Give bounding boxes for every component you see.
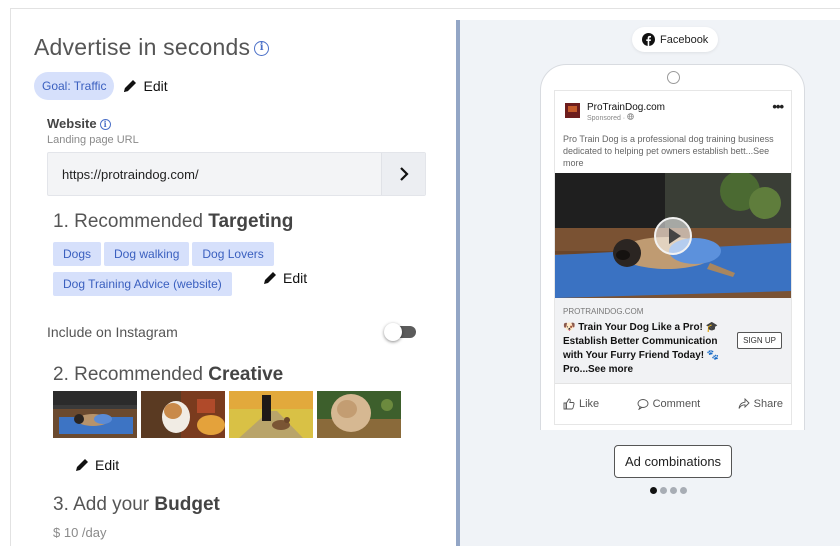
chevron-right-icon [399,167,409,181]
creative-thumbnail-dog-walk[interactable] [229,391,313,438]
page-avatar [565,103,580,118]
page-title-text: Advertise in seconds [34,34,251,60]
facebook-icon [642,33,655,46]
link-headline: 🐶 Train Your Dog Like a Pro! 🎓 Establish… [563,322,720,375]
platform-label: Facebook [660,33,709,46]
targeting-tag[interactable]: Dog Lovers [192,242,274,266]
comment-icon [637,398,649,410]
play-icon [669,228,681,244]
pencil-icon [76,459,88,471]
carousel-dot[interactable] [660,487,667,494]
ad-preview-panel: Facebook ProTrainDog.com Sponsored · •••… [460,20,840,546]
ad-setup-panel: Advertise in seconds i Goal: Traffic Edit… [22,20,456,546]
website-label: Website i [47,116,111,131]
pencil-icon [264,272,276,284]
link-domain: PROTRAINDOG.COM [563,307,644,316]
share-icon [738,397,750,409]
website-sublabel: Landing page URL [47,134,139,146]
goal-edit-label: Edit [143,78,168,94]
instagram-label: Include on Instagram [47,324,178,340]
page-name: ProTrainDog.com [587,102,665,113]
comment-label: Comment [652,397,701,410]
targeting-heading-prefix: 1. Recommended [53,211,209,232]
budget-heading-prefix: 3. Add your [53,494,155,515]
facebook-post-card: ProTrainDog.com Sponsored · ••• Pro Trai… [554,90,792,425]
targeting-edit-label: Edit [283,270,308,286]
url-field [47,152,426,196]
carousel-dot[interactable] [670,487,677,494]
goal-row: Goal: Traffic Edit [34,72,168,100]
link-preview[interactable]: PROTRAINDOG.COM 🐶 Train Your Dog Like a … [555,298,791,383]
goal-edit-button[interactable]: Edit [122,78,168,94]
toggle-knob [384,323,402,341]
landing-page-url-input[interactable] [48,153,382,195]
like-label: Like [579,397,600,410]
platform-selector[interactable]: Facebook [632,27,719,52]
creative-edit-button[interactable]: Edit [74,457,119,473]
targeting-edit-button[interactable]: Edit [262,270,307,286]
page-title: Advertise in seconds i [34,34,270,61]
creative-thumbnail-fluffy-dog[interactable] [317,391,401,438]
targeting-tag[interactable]: Dog walking [104,242,190,266]
website-info-icon[interactable]: i [99,119,111,131]
targeting-tags: Dogs Dog walking Dog Lovers Dog Training Ad… [53,242,353,302]
carousel-indicator [650,487,687,494]
sponsored-label: Sponsored · [587,113,634,122]
phone-speaker [667,71,680,84]
creative-edit-label: Edit [95,457,120,473]
website-label-text: Website [47,116,97,131]
budget-heading-emphasis: Budget [154,494,220,515]
carousel-dot[interactable] [680,487,687,494]
share-label: Share [753,397,783,410]
post-actions: Like Comment Share [555,383,791,423]
carousel-dot[interactable] [650,487,657,494]
creative-heading: 2. Recommended Creative [53,364,283,386]
goal-chip[interactable]: Goal: Traffic [34,72,115,100]
budget-heading: 3. Add your Budget [53,494,220,516]
instagram-toggle[interactable] [384,323,416,341]
ellipsis-icon[interactable]: ••• [772,99,784,114]
info-icon[interactable]: i [254,41,270,57]
post-text: Pro Train Dog is a professional dog trai… [563,134,774,168]
url-submit-button[interactable] [381,153,425,195]
like-button[interactable]: Like [563,398,599,410]
phone-mockup: ProTrainDog.com Sponsored · ••• Pro Trai… [540,64,805,430]
comment-button[interactable]: Comment [637,397,701,410]
targeting-tag[interactable]: Dog Training Advice (website) [53,272,232,296]
globe-icon [627,113,634,120]
creative-heading-emphasis: Creative [208,364,284,385]
creative-heading-prefix: 2. Recommended [53,364,209,385]
share-button[interactable]: Share [738,397,783,410]
play-button[interactable] [654,217,692,255]
budget-value[interactable]: $ 10 /day [53,525,107,540]
targeting-heading-emphasis: Targeting [208,211,294,232]
post-video[interactable] [555,173,791,298]
ad-combinations-button[interactable]: Ad combinations [614,445,732,478]
creative-thumbnails [53,391,401,438]
thumbs-up-icon [563,398,575,409]
targeting-tag[interactable]: Dogs [53,242,102,266]
creative-thumbnail-dog-treat[interactable] [141,391,225,438]
pencil-icon [124,80,137,92]
signup-button[interactable]: SIGN UP [737,332,782,349]
targeting-heading: 1. Recommended Targeting [53,211,293,233]
sponsored-text: Sponsored · [587,115,628,122]
creative-thumbnail-pug[interactable] [53,391,137,438]
